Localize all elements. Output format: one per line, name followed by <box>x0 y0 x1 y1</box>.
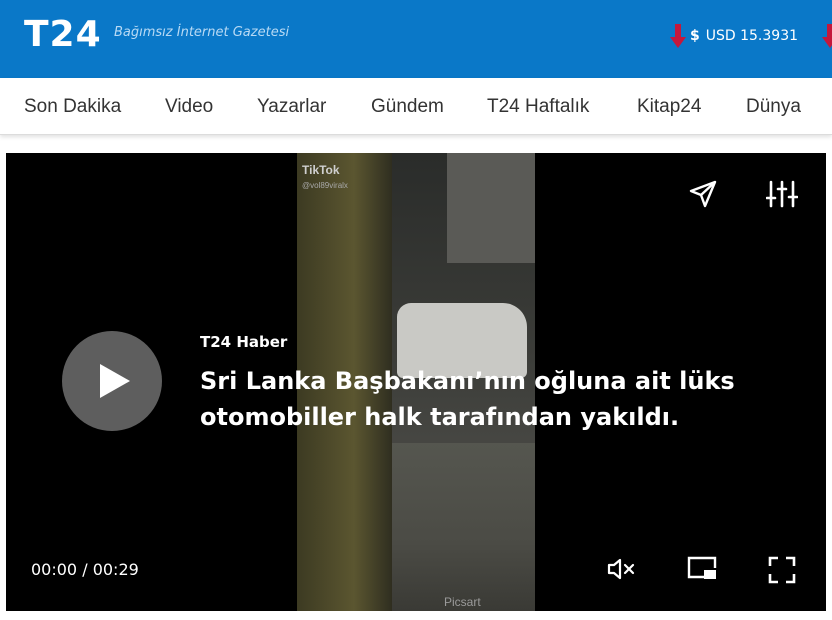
main-nav: Son Dakika Video Yazarlar Gündem T24 Haf… <box>0 78 832 135</box>
nav-item-video[interactable]: Video <box>165 96 213 118</box>
site-header: T24 Bağımsız İnternet Gazetesi $ USD 15.… <box>0 0 832 78</box>
video-source: T24 Haber <box>200 333 288 351</box>
currency-ticker[interactable]: $ USD 15.3931 <box>670 24 798 48</box>
video-player[interactable]: TikTok @vol89viralx Picsart T24 Haber Sr… <box>6 153 826 611</box>
picsart-watermark: Picsart <box>444 595 481 609</box>
nav-item-son-dakika[interactable]: Son Dakika <box>24 96 121 118</box>
currency-rate: USD 15.3931 <box>705 28 799 44</box>
time-total: 00:29 <box>92 560 139 579</box>
arrow-down-icon <box>822 24 832 53</box>
nav-item-kitap24[interactable]: Kitap24 <box>637 96 701 118</box>
play-icon <box>100 364 130 398</box>
video-title-line-2: otomobiller halk tarafından yakıldı. <box>200 403 680 431</box>
nav-item-dunya[interactable]: Dünya <box>746 96 801 118</box>
video-title: Sri Lanka Başbakanı’nın oğluna ait lüks … <box>200 363 740 435</box>
nav-item-gundem[interactable]: Gündem <box>371 96 444 118</box>
site-tagline: Bağımsız İnternet Gazetesi <box>114 25 290 40</box>
time-display: 00:00 / 00:29 <box>31 560 139 579</box>
currency-symbol: $ <box>690 28 700 44</box>
time-separator: / <box>82 560 88 579</box>
send-icon[interactable] <box>688 179 718 214</box>
tiktok-watermark: TikTok <box>302 163 340 177</box>
volume-muted-icon[interactable] <box>606 556 636 587</box>
time-current: 00:00 <box>31 560 78 579</box>
picture-in-picture-icon[interactable] <box>686 555 718 588</box>
play-button[interactable] <box>62 331 162 431</box>
nav-item-t24-haftalik[interactable]: T24 Haftalık <box>487 96 589 118</box>
tiktok-username: @vol89viralx <box>302 181 348 190</box>
arrow-down-icon <box>670 24 686 48</box>
t24-logo[interactable]: T24 <box>24 14 102 55</box>
sliders-icon[interactable] <box>765 179 799 214</box>
fullscreen-icon[interactable] <box>768 556 796 589</box>
video-title-line-1: Sri Lanka Başbakanı’nın oğluna ait lüks <box>200 367 735 395</box>
nav-item-yazarlar[interactable]: Yazarlar <box>257 96 326 118</box>
